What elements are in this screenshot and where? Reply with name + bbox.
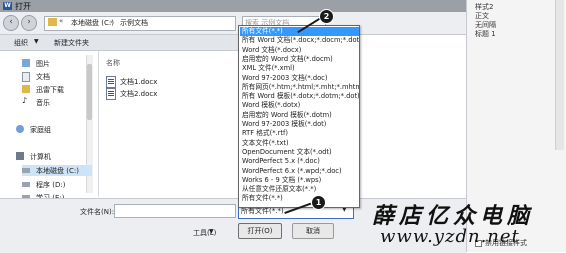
forward-button[interactable]: › bbox=[21, 15, 37, 31]
breadcrumb-drive[interactable]: 本地磁盘 (C:) bbox=[71, 18, 114, 28]
nav-item-label: 计算机 bbox=[30, 153, 51, 161]
scrollbar-thumb[interactable] bbox=[87, 64, 92, 120]
file-type-option[interactable]: Word 文档(*.docx) bbox=[240, 46, 359, 55]
file-type-option[interactable]: 所有网页(*.htm;*.html;*.mht;*.mhtml) bbox=[240, 83, 359, 92]
file-type-option[interactable]: Works 6 - 9 文档 (*.wps) bbox=[240, 176, 359, 185]
drive-icon bbox=[22, 168, 30, 173]
download-folder-icon bbox=[22, 85, 30, 93]
styles-panel-scrollbar[interactable] bbox=[555, 0, 564, 150]
back-button[interactable]: ‹ bbox=[3, 15, 19, 31]
chevron-down-icon[interactable]: ▼ bbox=[209, 228, 214, 235]
breadcrumb-overflow[interactable]: « bbox=[59, 17, 63, 25]
file-type-option[interactable]: Word 97-2003 模板(*.dot) bbox=[240, 120, 359, 129]
documents-icon bbox=[22, 72, 30, 82]
homegroup-icon bbox=[16, 125, 24, 133]
file-name: 文档1.docx bbox=[120, 78, 158, 86]
nav-item-label: 图片 bbox=[36, 60, 50, 68]
file-type-dropdown-list: 所有文件(*.*) 所有 Word 文档(*.docx;*.docm;*.dotx… bbox=[238, 25, 360, 208]
filename-label: 文件名(N): bbox=[80, 208, 115, 216]
file-type-option[interactable]: 所有文件(*.*) bbox=[240, 194, 359, 203]
organize-button[interactable]: 组织 bbox=[14, 38, 28, 48]
nav-item-label: 程序 (D:) bbox=[36, 181, 66, 189]
file-type-option[interactable]: OpenDocument 文本(*.odt) bbox=[240, 148, 359, 157]
nav-item-label: 文档 bbox=[36, 73, 50, 81]
file-type-option[interactable]: 启用宏的 Word 文档(*.docm) bbox=[240, 55, 359, 64]
chevron-down-icon[interactable]: ▼ bbox=[34, 38, 39, 45]
new-folder-button[interactable]: 新建文件夹 bbox=[54, 38, 89, 48]
open-button[interactable]: 打开(O) bbox=[238, 223, 282, 239]
file-type-option[interactable]: Word 模板(*.dotx) bbox=[240, 101, 359, 110]
watermark-url: www.yzdn.net bbox=[380, 226, 520, 247]
file-type-option[interactable]: WordPerfect 5.x (*.doc) bbox=[240, 157, 359, 166]
cancel-button[interactable]: 取消 bbox=[292, 223, 334, 239]
callout-marker-2: 2 bbox=[319, 9, 334, 24]
filename-input[interactable] bbox=[114, 204, 236, 218]
callout-marker-1: 1 bbox=[311, 195, 326, 210]
file-type-option[interactable]: XML 文件(*.xml) bbox=[240, 64, 359, 73]
word-document-icon bbox=[106, 76, 116, 88]
file-type-option[interactable]: 启用宏的 Word 模板(*.dotm) bbox=[240, 111, 359, 120]
breadcrumb-folder[interactable]: 示例文档 bbox=[120, 18, 148, 28]
computer-icon bbox=[16, 152, 24, 160]
file-type-option[interactable]: 从任意文件还原文本(*.*) bbox=[240, 185, 359, 194]
file-type-option[interactable]: Word 97-2003 文档(*.doc) bbox=[240, 74, 359, 83]
column-header-name[interactable]: 名称 bbox=[106, 58, 120, 68]
file-type-option[interactable]: 文本文件(*.txt) bbox=[240, 139, 359, 148]
music-icon: ♪ bbox=[22, 96, 28, 105]
file-list bbox=[99, 51, 238, 197]
nav-item-label: 家庭组 bbox=[30, 126, 51, 134]
style-item[interactable]: 标题 1 bbox=[475, 29, 496, 39]
nav-item-label: 音乐 bbox=[36, 99, 50, 107]
drive-icon bbox=[22, 182, 30, 187]
file-type-option[interactable]: RTF 格式(*.rtf) bbox=[240, 129, 359, 138]
file-type-option[interactable]: 所有 Word 模板(*.dotx;*.dotm;*.dot) bbox=[240, 92, 359, 101]
nav-item-drive-c[interactable]: 本地磁盘 (C:) bbox=[22, 165, 92, 176]
file-name: 文档2.docx bbox=[120, 90, 158, 98]
pictures-icon bbox=[22, 59, 30, 67]
word-app-icon: W bbox=[3, 2, 12, 10]
dialog-titlebar bbox=[0, 0, 466, 12]
nav-item-label: 本地磁盘 (C:) bbox=[36, 167, 79, 175]
word-document-icon bbox=[106, 88, 116, 100]
nav-item-label: 迅雷下载 bbox=[36, 86, 64, 94]
file-type-option[interactable]: 所有 Word 文档(*.docx;*.docm;*.dotx;*.dotm;*… bbox=[240, 36, 359, 45]
breadcrumb-separator[interactable]: › bbox=[110, 18, 113, 26]
file-type-option[interactable]: WordPerfect 6.x (*.wpd;*.doc) bbox=[240, 167, 359, 176]
dialog-title: 打开 bbox=[15, 2, 31, 11]
folder-icon bbox=[48, 18, 57, 26]
